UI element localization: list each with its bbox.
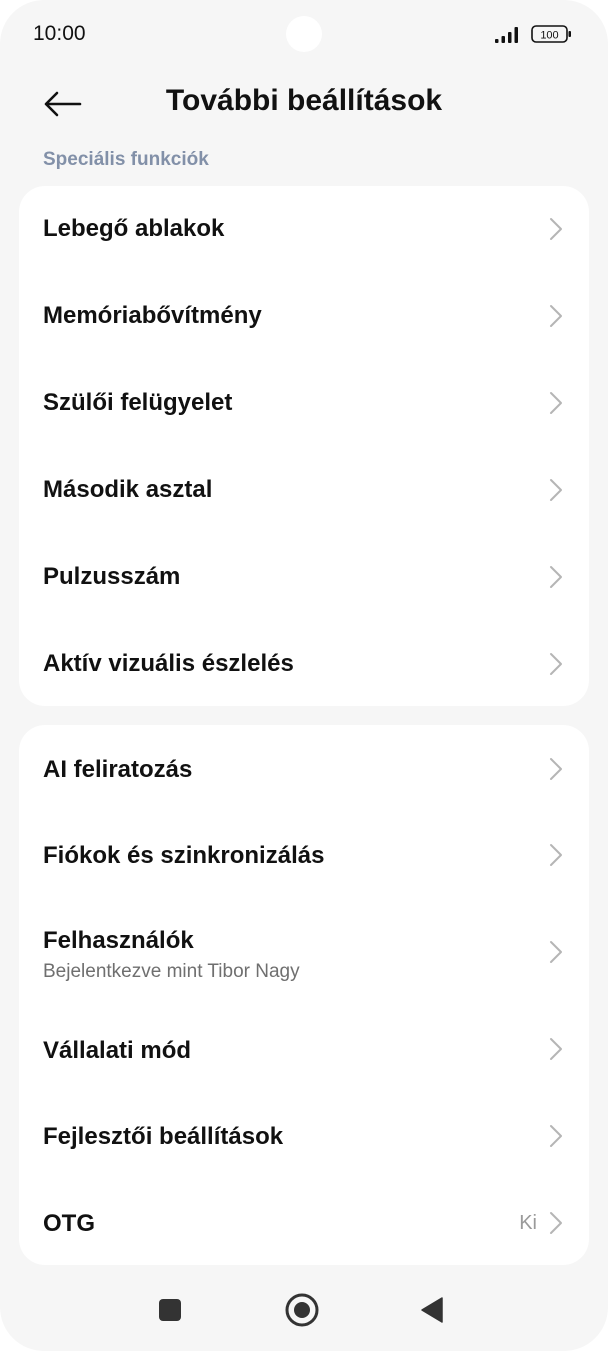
circle-home-icon [285,1293,319,1327]
chevron-right-icon [550,392,562,414]
status-bar: 10:00 100 [0,0,608,70]
settings-item-accounts-sync[interactable]: Fiókok és szinkronizálás [19,812,589,899]
chevron-right-icon [550,758,562,780]
chevron-right-icon [550,479,562,501]
camera-cutout [286,16,322,52]
system-back-button[interactable] [412,1290,452,1330]
chevron-right-icon [550,1038,562,1060]
battery-level: 100 [540,30,558,42]
settings-item-label: Aktív vizuális észlelés [43,650,294,677]
page-title: További beállítások [165,84,443,117]
settings-item-enterprise-mode[interactable]: Vállalati mód [19,1005,589,1092]
settings-item-label: Fiókok és szinkronizálás [43,842,325,869]
settings-item-label: Fejlesztői beállítások [43,1123,284,1150]
settings-item-memory-extension[interactable]: Memóriabővítmény [19,273,589,360]
settings-item-parental-control[interactable]: Szülői felügyelet [19,360,589,447]
settings-item-second-space[interactable]: Második asztal [19,447,589,534]
section-label: Speciális funkciók [43,149,209,170]
settings-item-subtitle: Bejelentkezve mint Tibor Nagy [43,961,300,982]
settings-item-developer-options[interactable]: Fejlesztői beállítások [19,1092,589,1179]
settings-item-label: AI feliratozás [43,756,193,783]
settings-item-label: OTG [43,1210,95,1237]
signal-bars-icon [495,27,518,43]
settings-item-heart-rate[interactable]: Pulzusszám [19,534,589,621]
chevron-right-icon [550,305,562,327]
battery-icon: 100 [531,25,571,43]
settings-item-label: Lebegő ablakok [43,215,225,242]
settings-item-label: Pulzusszám [43,563,181,590]
settings-group-1: Lebegő ablakok Memóriabővítmény Szülői f… [19,186,589,706]
status-time: 10:00 [33,22,86,45]
settings-item-value: Ki [519,1212,537,1234]
settings-item-label: Memóriabővítmény [43,302,262,329]
settings-item-ai-captions[interactable]: AI feliratozás [19,725,589,812]
settings-item-active-visual-detection[interactable]: Aktív vizuális észlelés [19,621,589,706]
recents-button[interactable] [150,1290,190,1330]
triangle-back-icon [421,1297,443,1323]
chevron-right-icon [550,1125,562,1147]
settings-item-label: Vállalati mód [43,1037,192,1064]
settings-item-floating-windows[interactable]: Lebegő ablakok [19,186,589,273]
home-button[interactable] [282,1290,322,1330]
settings-item-otg[interactable]: OTG Ki [19,1179,589,1265]
settings-item-users[interactable]: Felhasználók Bejelentkezve mint Tibor Na… [19,899,589,1005]
settings-item-label: Második asztal [43,476,213,503]
chevron-right-icon [550,1212,562,1234]
phone-screen: 10:00 100 További beállítások Speciális … [0,0,608,1351]
header: További beállítások [0,70,608,140]
chevron-right-icon [550,653,562,675]
chevron-right-icon [550,566,562,588]
square-icon [159,1299,181,1321]
settings-item-label: Szülői felügyelet [43,389,233,416]
chevron-right-icon [550,844,562,866]
chevron-right-icon [550,941,562,963]
navigation-bar [0,1272,608,1351]
chevron-right-icon [550,218,562,240]
settings-group-2: AI feliratozás Fiókok és szinkronizálás … [19,725,589,1265]
settings-item-label: Felhasználók [43,927,194,954]
